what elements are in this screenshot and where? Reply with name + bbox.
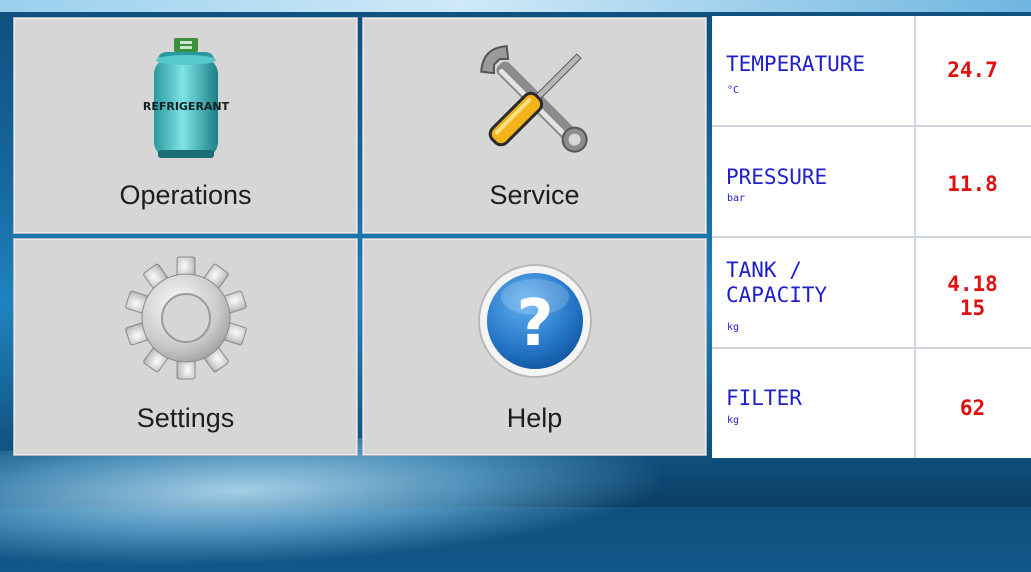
service-button[interactable]: Service xyxy=(362,17,707,234)
refrigerant-tank-text: REFRIGERANT xyxy=(142,100,229,113)
help-icon: ? xyxy=(363,261,706,381)
operations-label: Operations xyxy=(119,180,252,210)
tank-capacity-value: 4.18 15 xyxy=(947,272,998,320)
pressure-unit: bar xyxy=(727,193,746,204)
temperature-unit: °C xyxy=(727,85,740,96)
temperature-value: 24.7 xyxy=(947,58,998,82)
pressure-value: 11.8 xyxy=(947,172,998,196)
temperature-row: TEMPERATURE °C 24.7 xyxy=(712,16,1031,127)
readout-column-divider xyxy=(914,16,916,458)
help-button[interactable]: ? Help xyxy=(362,238,707,456)
readout-panel: TEMPERATURE °C 24.7 PRESSURE bar 11.8 TA… xyxy=(712,16,1031,458)
gear-icon xyxy=(14,253,357,383)
filter-value: 62 xyxy=(959,396,986,420)
service-label: Service xyxy=(489,180,580,210)
settings-button[interactable]: Settings xyxy=(13,238,358,456)
wrench-screwdriver-icon xyxy=(363,30,706,170)
filter-row: FILTER kg 62 xyxy=(712,349,1031,458)
pressure-label: PRESSURE xyxy=(726,165,828,189)
top-strip xyxy=(0,0,1031,12)
help-glyph: ? xyxy=(516,287,553,361)
filter-label: FILTER xyxy=(726,386,802,410)
operations-button[interactable]: REFRIGERANT Operations xyxy=(13,17,358,234)
tank-capacity-unit: kg xyxy=(727,322,740,333)
tank-capacity-row: TANK / CAPACITY kg 4.18 15 xyxy=(712,238,1031,349)
filter-unit: kg xyxy=(727,415,740,426)
settings-label: Settings xyxy=(136,403,235,433)
help-label: Help xyxy=(506,403,563,433)
refrigerant-tank-icon: REFRIGERANT xyxy=(14,38,357,168)
tank-capacity-label: TANK / CAPACITY xyxy=(726,258,828,307)
temperature-label: TEMPERATURE xyxy=(726,52,866,76)
pressure-row: PRESSURE bar 11.8 xyxy=(712,127,1031,238)
